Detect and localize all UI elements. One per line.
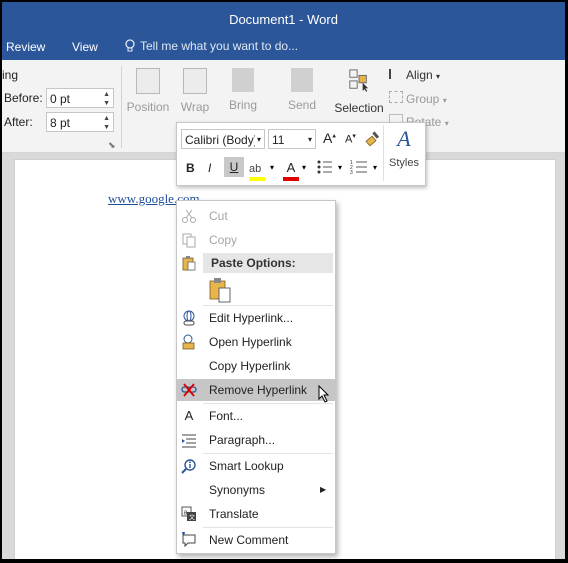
- group-button[interactable]: Group ▾: [389, 91, 449, 106]
- spacing-before-input[interactable]: 0 pt ▲ ▼: [46, 88, 114, 108]
- tell-me-text: Tell me what you want to do...: [140, 39, 299, 53]
- tab-review[interactable]: Review: [6, 40, 45, 54]
- grow-font-icon[interactable]: A▴: [323, 130, 336, 146]
- menu-font[interactable]: A Font...: [177, 405, 335, 427]
- clipboard-icon: [182, 256, 196, 271]
- menu-remove-hyperlink[interactable]: Remove Hyperlink: [177, 379, 335, 403]
- new-comment-icon: [182, 532, 196, 548]
- chevron-down-icon[interactable]: ▾: [338, 163, 342, 172]
- paste-keep-source-icon[interactable]: [207, 277, 233, 303]
- bold-button[interactable]: B: [186, 161, 195, 175]
- italic-button[interactable]: I: [208, 161, 211, 175]
- menu-cut[interactable]: Cut: [177, 205, 335, 227]
- submenu-arrow-icon: ▶: [320, 485, 327, 494]
- menu-new-comment[interactable]: New Comment: [177, 529, 335, 551]
- paragraph-icon: [182, 434, 196, 448]
- position-icon: [136, 68, 160, 94]
- chevron-down-icon[interactable]: ▾: [257, 130, 261, 150]
- styles-button[interactable]: A Styles: [387, 126, 421, 169]
- chevron-down-icon[interactable]: ▾: [373, 163, 377, 172]
- context-menu: Cut Copy Paste Options: Edit Hyperlink..…: [176, 200, 336, 554]
- window-title: Document1 - Word: [229, 12, 338, 27]
- chevron-down-icon[interactable]: ▾: [302, 163, 306, 172]
- wrap-text-button[interactable]: Wrap: [175, 68, 215, 114]
- svg-text:a: a: [184, 510, 188, 517]
- copy-icon: [182, 233, 196, 248]
- chevron-down-icon: ▾: [444, 119, 449, 128]
- scissors-icon: [182, 209, 196, 223]
- svg-text:3: 3: [350, 170, 353, 175]
- chevron-down-icon[interactable]: ▾: [308, 130, 312, 150]
- font-icon: A: [184, 408, 194, 423]
- align-button[interactable]: Align ▾: [389, 68, 449, 82]
- spin-arrows-icon[interactable]: ▲ ▼: [103, 90, 110, 108]
- align-icon: [389, 69, 403, 79]
- minibar-divider: [383, 125, 384, 181]
- position-button[interactable]: Position: [126, 68, 170, 114]
- menu-copy[interactable]: Copy: [177, 229, 335, 251]
- mini-toolbar: Calibri (Body) ▾ 11 ▾ A▴ A▾ A Styles B I U…: [176, 122, 426, 186]
- shrink-font-icon[interactable]: A▾: [345, 132, 356, 146]
- send-backward-button[interactable]: Send: [282, 68, 322, 112]
- word-window: Document1 - Word Review View Tell me wha…: [2, 2, 565, 559]
- translate-icon: a文: [181, 506, 196, 522]
- underline-button[interactable]: U: [224, 157, 244, 177]
- smart-lookup-icon: [181, 459, 196, 474]
- paste-options-header: Paste Options:: [203, 253, 333, 273]
- highlight-color-swatch: [249, 177, 265, 181]
- menu-separator: [203, 453, 333, 454]
- remove-hyperlink-icon: [181, 383, 197, 397]
- spin-arrows-icon[interactable]: ▲ ▼: [103, 114, 110, 132]
- font-name-box[interactable]: Calibri (Body) ▾: [181, 129, 265, 149]
- menu-separator: [203, 403, 333, 404]
- menu-separator: [203, 527, 333, 528]
- spacing-after-label: After:: [4, 115, 33, 129]
- chevron-down-icon: ▾: [442, 96, 447, 105]
- selection-pane-icon: [349, 69, 369, 92]
- font-color-button[interactable]: A: [283, 159, 299, 181]
- highlighter-icon: ab: [249, 163, 262, 175]
- menu-paragraph[interactable]: Paragraph...: [177, 429, 335, 451]
- group-icon: [389, 91, 403, 103]
- font-color-swatch: [283, 177, 299, 181]
- lightbulb-icon: [125, 39, 135, 52]
- wrap-text-icon: [183, 68, 207, 94]
- format-painter-icon[interactable]: [365, 130, 383, 148]
- menu-smart-lookup[interactable]: Smart Lookup: [177, 455, 335, 477]
- spacing-group-label: ing: [2, 68, 19, 82]
- spacing-before-label: Before:: [4, 91, 43, 105]
- menu-copy-hyperlink[interactable]: Copy Hyperlink: [177, 355, 335, 377]
- spacing-after-input[interactable]: 8 pt ▲ ▼: [46, 112, 114, 132]
- numbering-icon[interactable]: 123: [350, 159, 368, 175]
- mouse-cursor-icon: [318, 385, 330, 403]
- font-color-icon: A: [286, 160, 296, 175]
- menu-edit-hyperlink[interactable]: Edit Hyperlink...: [177, 307, 335, 329]
- highlight-color-button[interactable]: ab: [249, 159, 265, 181]
- styles-icon: A: [397, 126, 411, 151]
- font-size-box[interactable]: 11 ▾: [268, 129, 316, 149]
- tab-view[interactable]: View: [72, 40, 98, 54]
- bullets-icon[interactable]: [317, 159, 333, 175]
- tell-me-box[interactable]: Tell me what you want to do...: [124, 39, 298, 53]
- dialog-launcher-icon[interactable]: ⬊: [108, 140, 116, 151]
- bring-forward-icon: [232, 68, 254, 92]
- ribbon-divider: [121, 66, 122, 148]
- selection-pane-button[interactable]: Selection: [332, 68, 386, 115]
- edit-hyperlink-icon: [183, 310, 195, 326]
- chevron-down-icon: ▾: [436, 72, 441, 81]
- menu-synonyms[interactable]: Synonyms ▶: [177, 479, 335, 501]
- title-bar: Document1 - Word Review View Tell me wha…: [2, 2, 565, 60]
- menu-open-hyperlink[interactable]: Open Hyperlink: [177, 331, 335, 353]
- menu-separator: [203, 305, 333, 306]
- svg-text:文: 文: [189, 514, 195, 522]
- bring-forward-button[interactable]: Bring: [223, 68, 263, 112]
- send-backward-icon: [291, 68, 313, 92]
- open-hyperlink-icon: [182, 334, 195, 350]
- chevron-down-icon[interactable]: ▾: [270, 163, 274, 172]
- menu-translate[interactable]: a文 Translate: [177, 503, 335, 525]
